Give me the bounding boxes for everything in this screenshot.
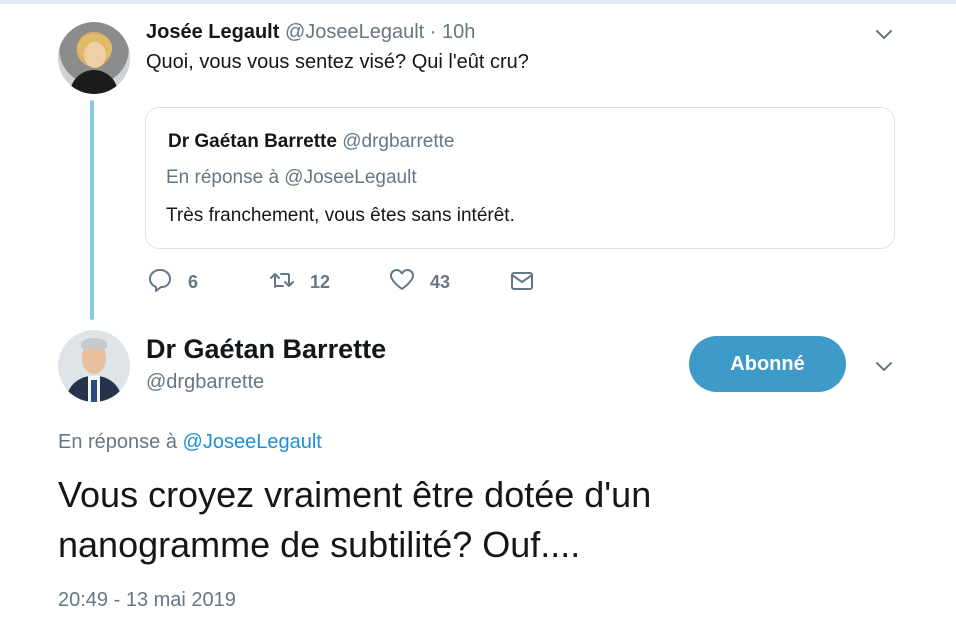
retweet-icon bbox=[268, 266, 296, 299]
parent-tweet-header: Josée Legault @JoseeLegault · 10h bbox=[146, 18, 475, 46]
retweet-button[interactable]: 12 bbox=[268, 266, 330, 299]
reply-mention-link[interactable]: @JoseeLegault bbox=[183, 431, 322, 453]
chevron-down-icon[interactable] bbox=[874, 24, 894, 44]
quoted-author: Dr Gaétan Barrette @drgbarrette bbox=[168, 128, 454, 156]
envelope-icon bbox=[508, 266, 536, 299]
reply-prefix: En réponse à bbox=[58, 431, 183, 453]
tweet-timestamp[interactable]: 20:49 - 13 mai 2019 bbox=[58, 586, 236, 614]
quoted-tweet-card[interactable]: Dr Gaétan Barrette @drgbarrette En répon… bbox=[145, 107, 895, 249]
parent-tweet-text: Quoi, vous vous sentez visé? Qui l'eût c… bbox=[146, 51, 529, 73]
reply-button[interactable]: 6 bbox=[146, 266, 198, 299]
author-handle[interactable]: @drgbarrette bbox=[146, 368, 264, 396]
like-button[interactable]: 43 bbox=[388, 266, 450, 299]
thread-connector-line bbox=[90, 100, 94, 320]
time-separator: · bbox=[424, 21, 443, 43]
author-name[interactable]: Josée Legault bbox=[146, 21, 279, 43]
avatar[interactable] bbox=[58, 330, 130, 402]
retweet-count: 12 bbox=[310, 272, 331, 292]
follow-button[interactable]: Abonné bbox=[689, 336, 846, 392]
quoted-author-name: Dr Gaétan Barrette bbox=[168, 131, 337, 152]
reply-icon bbox=[146, 266, 174, 299]
author-name[interactable]: Dr Gaétan Barrette bbox=[146, 332, 386, 366]
chevron-down-icon[interactable] bbox=[874, 356, 894, 376]
quoted-tweet-text: Très franchement, vous êtes sans intérêt… bbox=[166, 205, 515, 226]
direct-message-button[interactable] bbox=[508, 266, 536, 299]
author-handle[interactable]: @JoseeLegault bbox=[285, 21, 424, 43]
quoted-reply-context: En réponse à @JoseeLegault bbox=[166, 167, 417, 188]
top-divider bbox=[0, 0, 956, 4]
like-count: 43 bbox=[430, 272, 451, 292]
quoted-author-handle: @drgbarrette bbox=[342, 131, 455, 152]
tweet-text: Vous croyez vraiment être dotée d'un nan… bbox=[58, 474, 652, 565]
tweet-time[interactable]: 10h bbox=[442, 21, 475, 43]
reply-count: 6 bbox=[188, 272, 199, 292]
reply-context: En réponse à @JoseeLegault bbox=[58, 428, 322, 456]
heart-icon bbox=[388, 266, 416, 299]
avatar[interactable] bbox=[58, 22, 130, 94]
